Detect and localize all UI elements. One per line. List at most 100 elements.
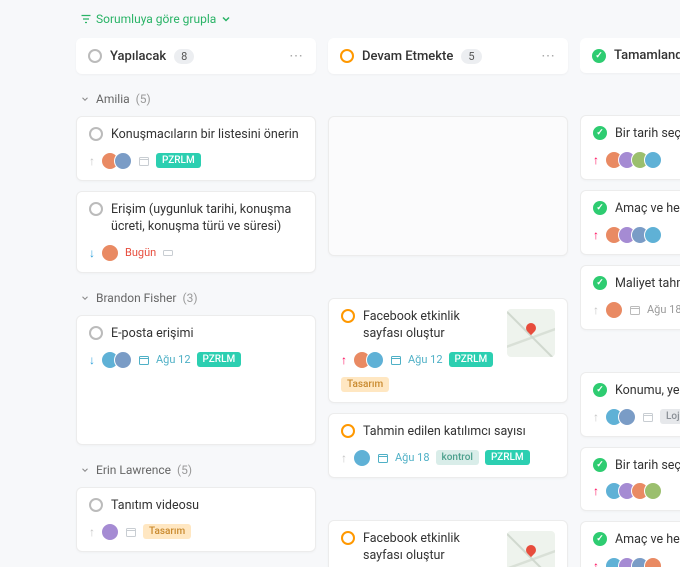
card-title: Facebook etkinlik sayfası oluştur	[363, 309, 499, 343]
priority-high-icon: ↑	[593, 485, 599, 497]
due-date: Ağu 12	[408, 353, 443, 366]
priority-icon: ↑	[593, 411, 599, 423]
assignees	[101, 523, 119, 541]
card-title: Facebook etkinlik sayfası oluştur	[363, 531, 499, 565]
card-title: Tanıtım videosu	[111, 498, 199, 515]
avatar	[114, 351, 132, 369]
group-name: Erin Lawrence	[96, 463, 171, 477]
assignees	[101, 351, 132, 369]
priority-icon: ↑	[341, 452, 347, 464]
card-title: Amaç ve hedefler b	[615, 532, 680, 549]
task-card[interactable]: Bir tarih seçin ↑	[580, 447, 680, 512]
column-count: 5	[461, 49, 481, 64]
task-card[interactable]: Konumu, yeri ve sa ↑ Lojist	[580, 372, 680, 437]
map-thumbnail	[507, 531, 555, 567]
task-card[interactable]: Amaç ve hedefler b ↑	[580, 521, 680, 567]
status-done-icon[interactable]	[593, 201, 607, 215]
due-date: Bugün	[125, 246, 156, 259]
group-header-amilia[interactable]: Amilia (5)	[76, 92, 316, 106]
tag-placeholder-icon	[162, 247, 174, 259]
calendar-icon	[138, 354, 150, 366]
task-card[interactable]: Tanıtım videosu ↑ Tasarım	[76, 487, 316, 552]
group-name: Brandon Fisher	[96, 291, 176, 305]
chevron-down-icon	[80, 293, 90, 303]
assignees	[101, 244, 119, 262]
task-card[interactable]: Maliyet tahminleri v ↑ Ağu 18	[580, 265, 680, 330]
task-card[interactable]: Facebook etkinlik sayfası oluştur ↑ Ağu …	[328, 520, 568, 567]
calendar-icon	[642, 411, 654, 423]
chevron-down-icon	[80, 94, 90, 104]
empty-drop-zone[interactable]	[328, 116, 568, 256]
priority-high-icon: ↑	[593, 154, 599, 166]
priority-high-icon: ↑	[341, 354, 347, 366]
task-card[interactable]: Tahmin edilen katılımcı sayısı ↑ Ağu 18 …	[328, 413, 568, 478]
calendar-icon	[125, 526, 137, 538]
column-header-progress[interactable]: Devam Etmekte 5 ⋯	[328, 38, 568, 74]
assignees	[605, 301, 623, 319]
priority-icon: ↑	[89, 155, 95, 167]
column-title: Tamamlandı	[614, 48, 680, 63]
status-todo-icon[interactable]	[89, 127, 103, 141]
chevron-down-icon	[80, 465, 90, 475]
calendar-icon	[377, 452, 389, 464]
column-menu-icon[interactable]: ⋯	[541, 48, 556, 64]
tag-pzrlm: PZRLM	[197, 352, 242, 367]
avatar	[353, 449, 371, 467]
status-progress-icon[interactable]	[341, 309, 355, 323]
tag-kontrol: kontrol	[436, 450, 479, 465]
card-title: Bir tarih seçin	[615, 126, 680, 143]
group-header-brandon[interactable]: Brandon Fisher (3)	[76, 291, 316, 305]
assignees	[605, 482, 662, 500]
due-date: Ağu 18	[647, 303, 680, 316]
avatar	[101, 244, 119, 262]
tag-pzrlm: PZRLM	[485, 450, 530, 465]
tag-tasarim: Tasarım	[341, 377, 389, 392]
tag-pzrlm: PZRLM	[156, 153, 201, 168]
chevron-down-icon	[220, 13, 232, 25]
group-header-erin[interactable]: Erin Lawrence (5)	[76, 463, 316, 477]
status-done-icon[interactable]	[593, 458, 607, 472]
status-todo-icon[interactable]	[89, 498, 103, 512]
tag-lojistik: Lojist	[660, 409, 680, 424]
due-date: Ağu 12	[156, 353, 191, 366]
card-title: Erişim (uygunluk tarihi, konuşma ücreti,…	[111, 202, 303, 236]
column-count: 8	[174, 49, 194, 64]
avatar	[114, 152, 132, 170]
tag-pzrlm: PZRLM	[449, 352, 494, 367]
card-title: E-posta erişimi	[111, 326, 194, 343]
group-count: (3)	[182, 291, 197, 305]
column-header-todo[interactable]: Yapılacak 8 ⋯	[76, 38, 316, 74]
group-count: (5)	[136, 92, 151, 106]
status-done-icon	[592, 49, 606, 63]
assignees	[605, 151, 662, 169]
assignees	[101, 152, 132, 170]
status-todo-icon[interactable]	[89, 326, 103, 340]
status-progress-icon[interactable]	[341, 424, 355, 438]
avatar	[366, 351, 384, 369]
status-done-icon[interactable]	[593, 532, 607, 546]
task-card[interactable]: Facebook etkinlik sayfası oluştur ↑ Ağu …	[328, 298, 568, 403]
status-done-icon[interactable]	[593, 276, 607, 290]
priority-low-icon: ↓	[89, 354, 95, 366]
group-name: Amilia	[96, 92, 130, 106]
card-title: Tahmin edilen katılımcı sayısı	[363, 424, 526, 441]
task-card[interactable]: Amaç ve hedefler b ↑	[580, 190, 680, 255]
status-todo-icon[interactable]	[89, 202, 103, 216]
priority-high-icon: ↑	[593, 560, 599, 567]
column-progress: Devam Etmekte 5 ⋯ . . Facebook etkinlik …	[328, 38, 568, 567]
task-card[interactable]: Konuşmacıların bir listesini önerin ↑ PZ…	[76, 116, 316, 181]
priority-icon: ↑	[89, 526, 95, 538]
task-card[interactable]: E-posta erişimi ↓ Ağu 12 PZRLM	[76, 315, 316, 445]
priority-low-icon: ↓	[89, 247, 95, 259]
task-card[interactable]: Erişim (uygunluk tarihi, konuşma ücreti,…	[76, 191, 316, 273]
column-menu-icon[interactable]: ⋯	[289, 48, 304, 64]
task-card[interactable]: Bir tarih seçin ↑	[580, 115, 680, 180]
status-done-icon[interactable]	[593, 383, 607, 397]
group-by-filter[interactable]: Sorumluya göre grupla	[76, 12, 680, 26]
status-progress-icon[interactable]	[341, 531, 355, 545]
calendar-icon	[138, 155, 150, 167]
column-header-done[interactable]: Tamamlandı 4	[580, 38, 680, 73]
column-title: Yapılacak	[110, 49, 166, 64]
status-done-icon[interactable]	[593, 126, 607, 140]
calendar-icon	[390, 354, 402, 366]
